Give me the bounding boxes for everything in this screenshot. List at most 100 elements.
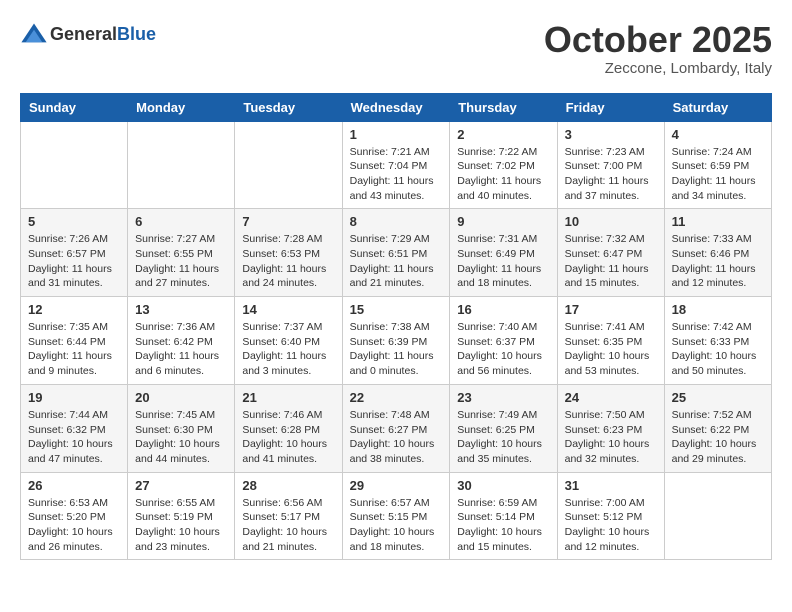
day-info: Sunrise: 6:57 AM Sunset: 5:15 PM Dayligh… bbox=[350, 496, 443, 555]
table-row: 23 Sunrise: 7:49 AM Sunset: 6:25 PM Dayli… bbox=[450, 384, 557, 472]
logo-icon bbox=[20, 20, 48, 48]
table-row: 15 Sunrise: 7:38 AM Sunset: 6:39 PM Dayli… bbox=[342, 297, 450, 385]
day-number: 29 bbox=[350, 478, 443, 493]
table-row: 26 Sunrise: 6:53 AM Sunset: 5:20 PM Dayli… bbox=[21, 472, 128, 560]
day-info: Sunrise: 7:28 AM Sunset: 6:53 PM Dayligh… bbox=[242, 232, 334, 291]
table-row: 25 Sunrise: 7:52 AM Sunset: 6:22 PM Dayli… bbox=[664, 384, 771, 472]
calendar-row: 5Sunrise: 7:26 AM Sunset: 6:57 PM Daylig… bbox=[21, 209, 772, 297]
table-row: 16Sunrise: 7:40 AM Sunset: 6:37 PM Dayli… bbox=[450, 297, 557, 385]
day-info: Sunrise: 7:21 AM Sunset: 7:04 PM Dayligh… bbox=[350, 145, 443, 204]
day-info: Sunrise: 7:48 AM Sunset: 6:27 PM Dayligh… bbox=[350, 408, 443, 467]
col-sunday: Sunday bbox=[21, 93, 128, 121]
table-row: 27 Sunrise: 6:55 AM Sunset: 5:19 PM Dayli… bbox=[128, 472, 235, 560]
table-row: 13 Sunrise: 7:36 AM Sunset: 6:42 PM Dayli… bbox=[128, 297, 235, 385]
table-row: 21 Sunrise: 7:46 AM Sunset: 6:28 PM Dayli… bbox=[235, 384, 342, 472]
col-tuesday: Tuesday bbox=[235, 93, 342, 121]
table-row: 11 Sunrise: 7:33 AM Sunset: 6:46 PM Dayli… bbox=[664, 209, 771, 297]
table-row: 19Sunrise: 7:44 AM Sunset: 6:32 PM Dayli… bbox=[21, 384, 128, 472]
day-number: 12 bbox=[28, 302, 120, 317]
table-row: 18 Sunrise: 7:42 AM Sunset: 6:33 PM Dayli… bbox=[664, 297, 771, 385]
day-info: Sunrise: 6:56 AM Sunset: 5:17 PM Dayligh… bbox=[242, 496, 334, 555]
day-info: Sunrise: 7:45 AM Sunset: 6:30 PM Dayligh… bbox=[135, 408, 227, 467]
day-info: Sunrise: 6:55 AM Sunset: 5:19 PM Dayligh… bbox=[135, 496, 227, 555]
day-number: 16 bbox=[457, 302, 549, 317]
table-row: 28 Sunrise: 6:56 AM Sunset: 5:17 PM Dayli… bbox=[235, 472, 342, 560]
table-row: 24 Sunrise: 7:50 AM Sunset: 6:23 PM Dayli… bbox=[557, 384, 664, 472]
day-number: 24 bbox=[565, 390, 657, 405]
month-title: October 2025 bbox=[544, 20, 772, 60]
day-info: Sunrise: 7:36 AM Sunset: 6:42 PM Dayligh… bbox=[135, 320, 227, 379]
day-number: 28 bbox=[242, 478, 334, 493]
table-row: 29 Sunrise: 6:57 AM Sunset: 5:15 PM Dayli… bbox=[342, 472, 450, 560]
day-info: Sunrise: 7:50 AM Sunset: 6:23 PM Dayligh… bbox=[565, 408, 657, 467]
location-label: Zeccone, Lombardy, Italy bbox=[544, 60, 772, 77]
calendar-row: 1Sunrise: 7:21 AM Sunset: 7:04 PM Daylig… bbox=[21, 121, 772, 209]
day-info: Sunrise: 6:53 AM Sunset: 5:20 PM Dayligh… bbox=[28, 496, 120, 555]
weekday-header-row: Sunday Monday Tuesday Wednesday Thursday… bbox=[21, 93, 772, 121]
table-row: 7 Sunrise: 7:28 AM Sunset: 6:53 PM Daylig… bbox=[235, 209, 342, 297]
col-wednesday: Wednesday bbox=[342, 93, 450, 121]
table-row: 6Sunrise: 7:27 AM Sunset: 6:55 PM Daylig… bbox=[128, 209, 235, 297]
table-row: 1Sunrise: 7:21 AM Sunset: 7:04 PM Daylig… bbox=[342, 121, 450, 209]
day-info: Sunrise: 7:33 AM Sunset: 6:46 PM Dayligh… bbox=[672, 232, 764, 291]
day-number: 7 bbox=[242, 214, 334, 229]
day-info: Sunrise: 7:00 AM Sunset: 5:12 PM Dayligh… bbox=[565, 496, 657, 555]
day-info: Sunrise: 7:37 AM Sunset: 6:40 PM Dayligh… bbox=[242, 320, 334, 379]
day-number: 23 bbox=[457, 390, 549, 405]
day-number: 3 bbox=[565, 127, 657, 142]
col-monday: Monday bbox=[128, 93, 235, 121]
table-row: 30Sunrise: 6:59 AM Sunset: 5:14 PM Dayli… bbox=[450, 472, 557, 560]
calendar-row: 19Sunrise: 7:44 AM Sunset: 6:32 PM Dayli… bbox=[21, 384, 772, 472]
day-info: Sunrise: 7:31 AM Sunset: 6:49 PM Dayligh… bbox=[457, 232, 549, 291]
logo: GeneralBlue bbox=[20, 20, 156, 48]
table-row: 8Sunrise: 7:29 AM Sunset: 6:51 PM Daylig… bbox=[342, 209, 450, 297]
day-info: Sunrise: 7:38 AM Sunset: 6:39 PM Dayligh… bbox=[350, 320, 443, 379]
day-number: 18 bbox=[672, 302, 764, 317]
table-row: 4Sunrise: 7:24 AM Sunset: 6:59 PM Daylig… bbox=[664, 121, 771, 209]
day-number: 9 bbox=[457, 214, 549, 229]
table-row: 14 Sunrise: 7:37 AM Sunset: 6:40 PM Dayli… bbox=[235, 297, 342, 385]
table-row: 12 Sunrise: 7:35 AM Sunset: 6:44 PM Dayli… bbox=[21, 297, 128, 385]
day-number: 26 bbox=[28, 478, 120, 493]
day-info: Sunrise: 7:42 AM Sunset: 6:33 PM Dayligh… bbox=[672, 320, 764, 379]
table-row bbox=[664, 472, 771, 560]
day-info: Sunrise: 7:22 AM Sunset: 7:02 PM Dayligh… bbox=[457, 145, 549, 204]
day-number: 14 bbox=[242, 302, 334, 317]
table-row: 9 Sunrise: 7:31 AM Sunset: 6:49 PM Daylig… bbox=[450, 209, 557, 297]
day-number: 25 bbox=[672, 390, 764, 405]
day-info: Sunrise: 7:46 AM Sunset: 6:28 PM Dayligh… bbox=[242, 408, 334, 467]
day-number: 11 bbox=[672, 214, 764, 229]
table-row: 31 Sunrise: 7:00 AM Sunset: 5:12 PM Dayli… bbox=[557, 472, 664, 560]
day-number: 21 bbox=[242, 390, 334, 405]
col-saturday: Saturday bbox=[664, 93, 771, 121]
day-number: 13 bbox=[135, 302, 227, 317]
logo-blue: Blue bbox=[117, 24, 156, 44]
table-row: 2 Sunrise: 7:22 AM Sunset: 7:02 PM Daylig… bbox=[450, 121, 557, 209]
col-friday: Friday bbox=[557, 93, 664, 121]
day-number: 31 bbox=[565, 478, 657, 493]
day-info: Sunrise: 7:52 AM Sunset: 6:22 PM Dayligh… bbox=[672, 408, 764, 467]
day-number: 19 bbox=[28, 390, 120, 405]
table-row bbox=[128, 121, 235, 209]
table-row: 5Sunrise: 7:26 AM Sunset: 6:57 PM Daylig… bbox=[21, 209, 128, 297]
logo-text: GeneralBlue bbox=[50, 24, 156, 45]
day-number: 27 bbox=[135, 478, 227, 493]
page-header: GeneralBlue October 2025 Zeccone, Lombar… bbox=[20, 20, 772, 77]
day-number: 15 bbox=[350, 302, 443, 317]
day-number: 2 bbox=[457, 127, 549, 142]
day-number: 17 bbox=[565, 302, 657, 317]
col-thursday: Thursday bbox=[450, 93, 557, 121]
day-info: Sunrise: 7:41 AM Sunset: 6:35 PM Dayligh… bbox=[565, 320, 657, 379]
day-info: Sunrise: 7:49 AM Sunset: 6:25 PM Dayligh… bbox=[457, 408, 549, 467]
table-row bbox=[235, 121, 342, 209]
calendar-row: 26 Sunrise: 6:53 AM Sunset: 5:20 PM Dayli… bbox=[21, 472, 772, 560]
day-number: 6 bbox=[135, 214, 227, 229]
day-number: 5 bbox=[28, 214, 120, 229]
table-row bbox=[21, 121, 128, 209]
table-row: 3Sunrise: 7:23 AM Sunset: 7:00 PM Daylig… bbox=[557, 121, 664, 209]
table-row: 20Sunrise: 7:45 AM Sunset: 6:30 PM Dayli… bbox=[128, 384, 235, 472]
day-info: Sunrise: 7:35 AM Sunset: 6:44 PM Dayligh… bbox=[28, 320, 120, 379]
day-number: 30 bbox=[457, 478, 549, 493]
logo-general: General bbox=[50, 24, 117, 44]
day-number: 22 bbox=[350, 390, 443, 405]
